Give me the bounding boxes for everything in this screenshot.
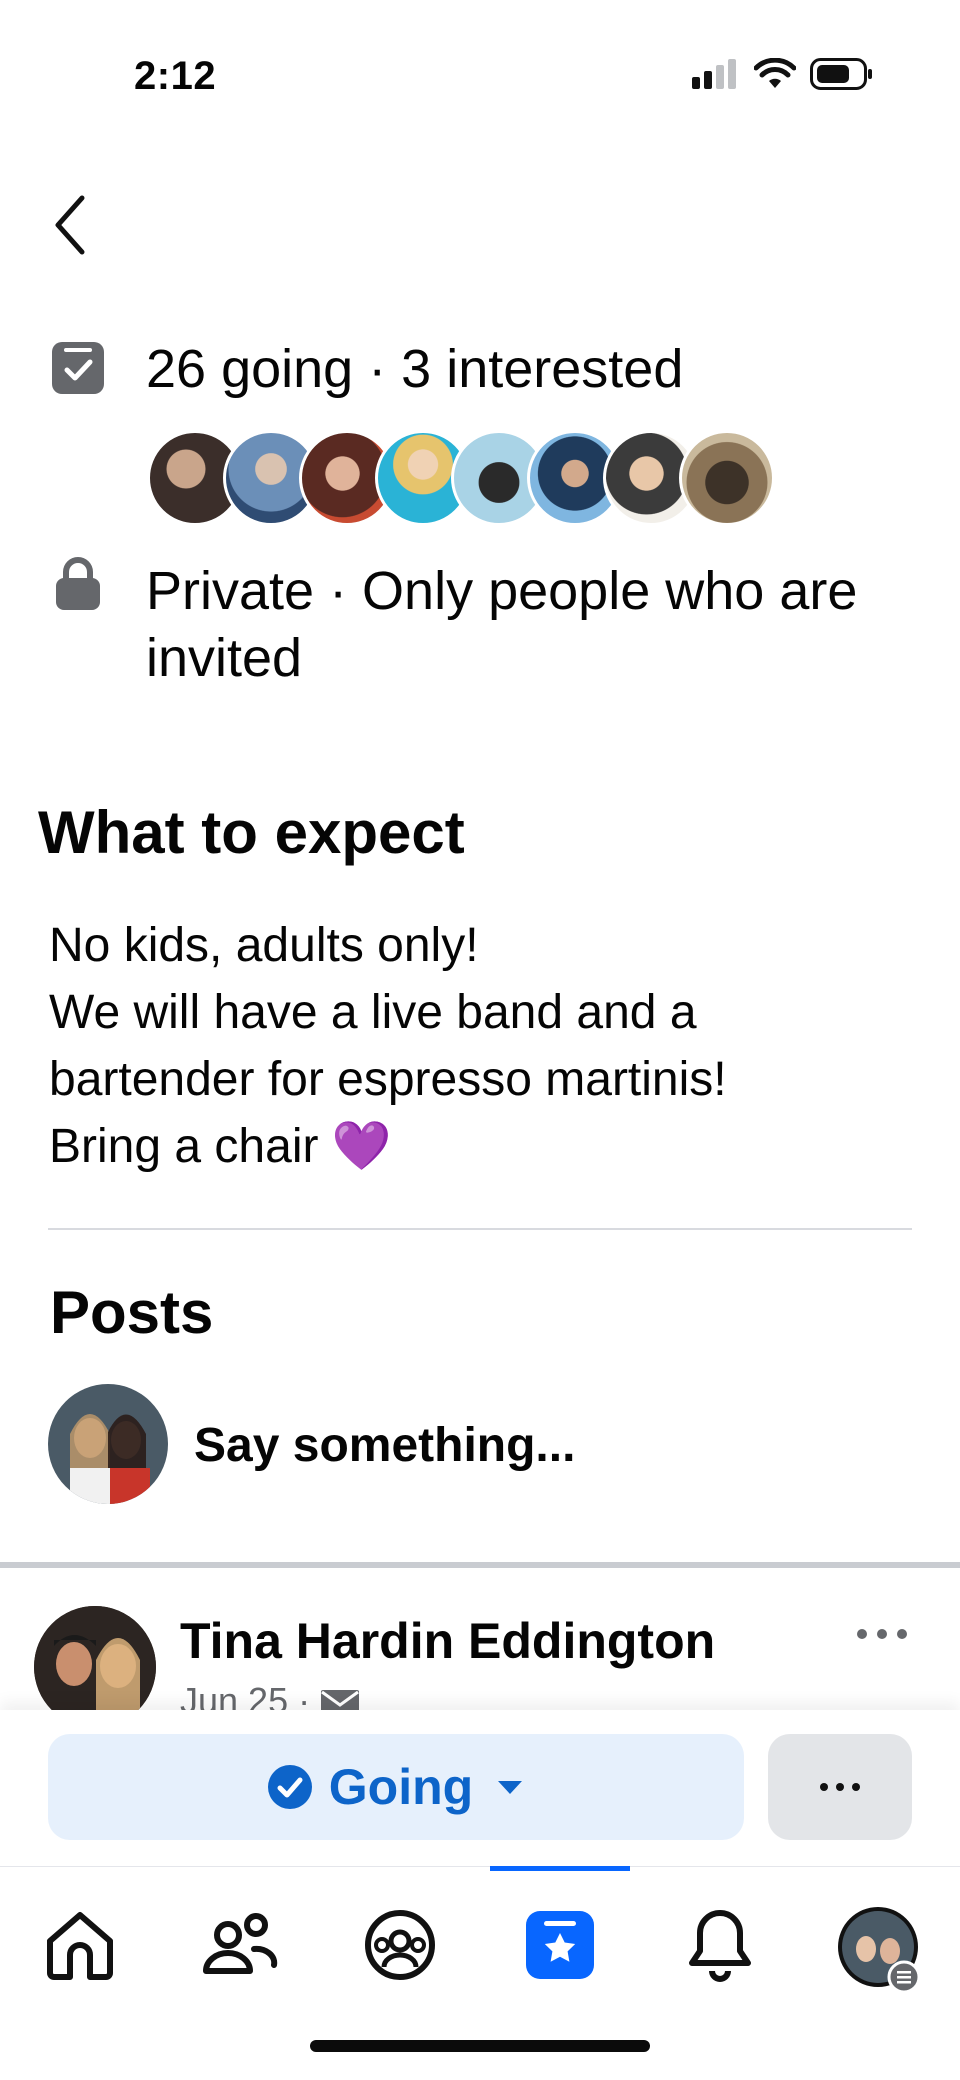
tab-home[interactable] xyxy=(40,1905,120,1985)
attendee-avatar xyxy=(679,430,775,526)
section-separator xyxy=(0,1562,960,1568)
cellular-signal-icon xyxy=(692,59,736,89)
section-divider xyxy=(48,1228,912,1230)
tab-groups[interactable] xyxy=(360,1905,440,1985)
post-author-name[interactable]: Tina Hardin Eddington xyxy=(180,1612,715,1670)
profile-avatar xyxy=(838,1907,921,1994)
post-composer-input[interactable]: Say something... xyxy=(194,1418,575,1473)
back-button[interactable] xyxy=(44,190,104,260)
chevron-left-icon xyxy=(55,195,85,255)
status-icons xyxy=(692,58,874,90)
post-options-button[interactable] xyxy=(852,1614,912,1654)
tab-profile[interactable] xyxy=(836,1905,921,1994)
tab-notifications[interactable] xyxy=(680,1905,760,1985)
active-tab-indicator xyxy=(490,1866,630,1871)
battery-icon xyxy=(810,58,872,90)
event-description: No kids, adults only! We will have a liv… xyxy=(49,919,727,1173)
posts-title: Posts xyxy=(50,1279,214,1346)
events-icon xyxy=(526,1911,594,1979)
lock-icon xyxy=(50,556,106,612)
tab-events[interactable] xyxy=(520,1905,600,1985)
attendance-summary[interactable]: 26 going · 3 interested xyxy=(146,338,683,400)
attendee-avatars[interactable] xyxy=(147,430,775,526)
more-horizontal-icon xyxy=(857,1629,907,1639)
wifi-icon xyxy=(754,58,796,88)
check-circle-icon xyxy=(267,1765,312,1809)
home-icon xyxy=(47,1912,113,1980)
home-indicator xyxy=(310,2040,650,2052)
friends-icon xyxy=(203,1913,278,1974)
calendar-check-icon xyxy=(50,340,106,396)
status-time: 2:12 xyxy=(134,54,217,98)
notifications-icon xyxy=(689,1910,751,1982)
groups-icon xyxy=(365,1910,435,1980)
going-button[interactable]: Going xyxy=(48,1734,744,1840)
envelope-icon xyxy=(320,1684,360,1716)
more-horizontal-icon xyxy=(820,1783,860,1791)
user-avatar xyxy=(48,1384,168,1504)
tab-friends[interactable] xyxy=(200,1905,280,1985)
going-label: Going xyxy=(328,1759,474,1815)
privacy-info: Private · Only people who are invited xyxy=(146,561,858,688)
more-actions-button[interactable] xyxy=(768,1734,912,1840)
what-to-expect-title: What to expect xyxy=(38,799,465,866)
caret-down-icon xyxy=(498,1781,523,1794)
